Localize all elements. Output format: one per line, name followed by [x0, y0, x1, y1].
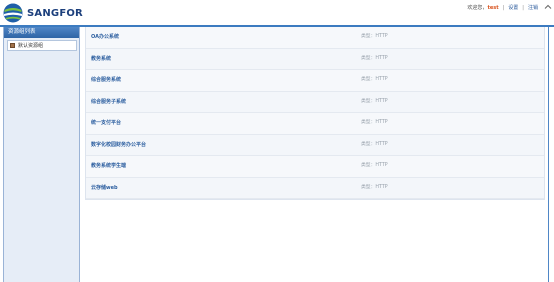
resource-type: 类型：HTTP: [361, 120, 388, 125]
scrollbar-track[interactable]: [548, 27, 549, 282]
resource-row[interactable]: 统一支付平台 类型：HTTP: [86, 113, 544, 135]
resource-link[interactable]: 云存储web: [91, 178, 118, 198]
resource-row[interactable]: 云存储web 类型：HTTP: [86, 177, 544, 199]
user-bar: 欢迎您， test | 设置 | 注销: [467, 4, 538, 12]
resource-list: OA办公系统 类型：HTTP 教务系统 类型：HTTP 综合服务系统 类型：HT…: [85, 27, 545, 200]
resource-link[interactable]: 教务系统: [91, 49, 111, 69]
header: SANGFOR 欢迎您， test | 设置 | 注销: [0, 0, 554, 27]
resource-link[interactable]: OA办公系统: [91, 27, 119, 47]
resource-row[interactable]: OA办公系统 类型：HTTP: [86, 27, 544, 49]
chevron-up-icon[interactable]: [544, 3, 552, 11]
globe-logo-icon: [3, 3, 23, 23]
welcome-text: 欢迎您，: [467, 5, 488, 11]
divider: |: [522, 4, 524, 11]
logo: SANGFOR: [3, 2, 83, 24]
resource-row[interactable]: 教务系统 类型：HTTP: [86, 48, 544, 70]
resource-type: 类型：HTTP: [361, 163, 388, 168]
resource-type: 类型：HTTP: [361, 34, 388, 39]
resource-type: 类型：HTTP: [361, 55, 388, 61]
resource-link[interactable]: 统一支付平台: [91, 113, 121, 133]
resource-type: 类型：HTTP: [361, 98, 388, 104]
resource-row[interactable]: 数字化校园财务办公平台 类型：HTTP: [86, 134, 544, 156]
resource-link[interactable]: 数字化校园财务办公平台: [91, 135, 146, 155]
folder-icon: [10, 43, 15, 48]
resource-row[interactable]: 教务系统学生端 类型：HTTP: [86, 156, 544, 178]
resource-type: 类型：HTTP: [361, 184, 388, 190]
resource-link[interactable]: 教务系统学生端: [91, 156, 126, 176]
resource-link[interactable]: 综合服务子系统: [91, 92, 126, 112]
settings-link[interactable]: 设置: [508, 4, 518, 11]
resource-type: 类型：HTTP: [361, 77, 388, 82]
resource-row[interactable]: 综合服务系统 类型：HTTP: [86, 70, 544, 92]
resource-link[interactable]: 综合服务系统: [91, 70, 121, 90]
logo-text: SANGFOR: [27, 7, 83, 19]
divider: |: [502, 4, 505, 11]
sidebar-title: 资源组列表: [4, 27, 79, 38]
logout-link[interactable]: 注销: [528, 4, 538, 11]
sidebar-item-label: 默认资源组: [18, 43, 44, 49]
sidebar-item-default-group[interactable]: 默认资源组: [7, 40, 77, 51]
resource-row[interactable]: 综合服务子系统 类型：HTTP: [86, 91, 544, 113]
resource-list-panel: OA办公系统 类型：HTTP 教务系统 类型：HTTP 综合服务系统 类型：HT…: [85, 27, 545, 200]
sidebar: 资源组列表 默认资源组: [3, 27, 80, 282]
username: test: [487, 4, 499, 11]
resource-type: 类型：HTTP: [361, 141, 388, 147]
